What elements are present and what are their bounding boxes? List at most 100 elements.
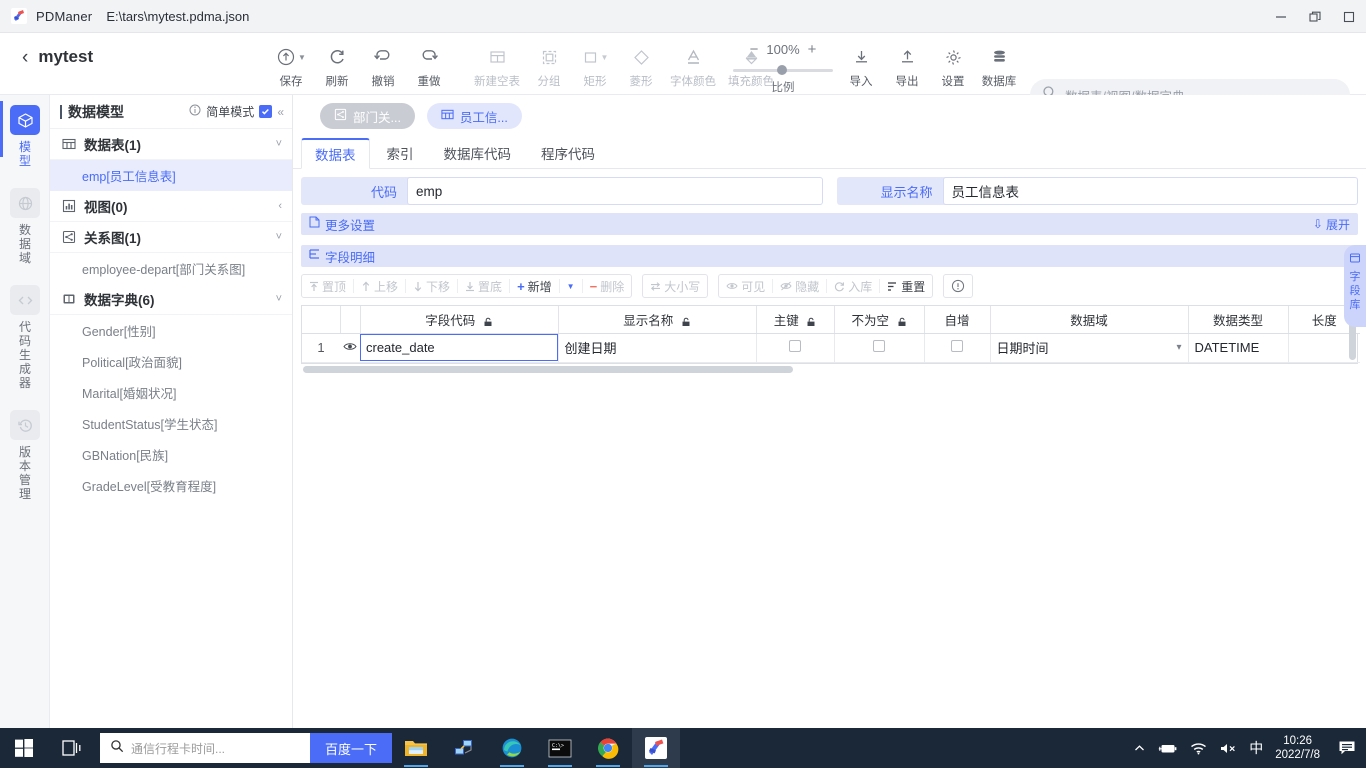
chevron-down-icon[interactable]: ˅ [276,293,282,305]
cell-not-null[interactable] [834,333,925,363]
col-display-name[interactable]: 显示名称 [558,306,757,334]
tree-item-employee-depart[interactable]: employee-depart[部门关系图] [50,253,292,284]
grid-horizontal-scrollbar[interactable] [303,365,793,373]
field-library-tab[interactable]: 字 段 库 [1344,245,1366,327]
row-eye-toggle[interactable] [340,333,360,363]
tree-group-views[interactable]: 视图(0) ‹ [50,191,292,222]
chevron-left-icon[interactable]: ‹ [278,200,282,212]
windows-start-icon[interactable] [0,728,48,768]
toolbar-rectangle[interactable]: ▼ 矩形 [572,38,618,89]
zoom-in-button[interactable]: + [808,41,817,58]
toolbar-undo[interactable]: 撤销 [360,38,406,89]
minimize-icon[interactable] [1264,0,1298,33]
tree-item-marital[interactable]: Marital[婚姻状况] [50,377,292,408]
btn-reset[interactable]: 重置 [880,275,932,297]
toolbar-new-table[interactable]: 新建空表 [468,38,526,89]
rail-item-model[interactable]: 模型 [0,95,50,178]
chevron-up-icon[interactable] [1133,742,1146,755]
battery-icon[interactable] [1158,742,1178,755]
chevron-down-icon[interactable]: ˅ [276,231,282,243]
notification-icon[interactable] [1332,740,1356,756]
tree-group-dictionary[interactable]: 数据字典(6) ˅ [50,284,292,315]
cell-data-domain[interactable]: 日期时间 ▾ [990,333,1189,363]
field-code-input[interactable]: create_date [360,334,558,361]
toolbar-font-color[interactable]: 字体颜色 [664,38,722,89]
col-field-code[interactable]: 字段代码 [360,306,559,334]
toolbar-database[interactable]: 数据库 [976,38,1022,89]
col-primary-key[interactable]: 主键 [756,306,835,334]
tree-item-gbnation[interactable]: GBNation[民族] [50,439,292,470]
col-data-domain[interactable]: 数据域 [990,306,1189,334]
cell-display-name[interactable]: 创建日期 [558,333,757,363]
btn-add-field[interactable]: + 新增 [510,275,559,297]
cell-auto-increment[interactable] [924,333,991,363]
chevron-down-icon[interactable]: ▼ [298,53,306,62]
chevron-left-icon[interactable]: ‹ [22,48,28,67]
rail-item-version-management[interactable]: 版本管理 [0,400,50,511]
primary-key-checkbox[interactable] [789,340,801,352]
rail-item-data-domain[interactable]: 数据域 [0,178,50,275]
restore-icon[interactable] [1298,0,1332,33]
col-data-type[interactable]: 数据类型 [1188,306,1289,334]
not-null-checkbox[interactable] [873,340,885,352]
tree-item-emp[interactable]: emp[员工信息表] [50,160,292,191]
pdmaner-app-icon[interactable] [632,728,680,768]
command-prompt-icon[interactable]: C:\> [536,728,584,768]
tree-item-student-status[interactable]: StudentStatus[学生状态] [50,408,292,439]
toolbar-group[interactable]: 分组 [526,38,572,89]
col-not-null[interactable]: 不为空 [834,306,925,334]
tree-item-gender[interactable]: Gender[性别] [50,315,292,346]
rail-item-code-generator[interactable]: 代码生成器 [0,275,50,400]
cell-data-type[interactable]: DATETIME [1188,333,1289,363]
edge-browser-icon[interactable] [488,728,536,768]
toolbar-refresh[interactable]: 刷新 [314,38,360,89]
toolbar-redo[interactable]: 重做 [406,38,452,89]
simple-mode-checkbox[interactable] [259,105,273,118]
btn-move-bottom[interactable]: 置底 [458,275,509,297]
network-computer-icon[interactable] [440,728,488,768]
toolbar-diamond[interactable]: 菱形 [618,38,664,89]
tree-group-tables[interactable]: 数据表(1) ˅ [50,129,292,160]
toolbar-export[interactable]: 导出 [884,38,930,89]
object-tab-depart-relation[interactable]: 部门关... [320,103,415,129]
taskbar-search-input[interactable]: 通信行程卡时间... [100,733,310,763]
data-domain-select[interactable]: 日期时间 ▾ [997,338,1182,357]
ime-indicator[interactable]: 中 [1249,738,1263,758]
zoom-control[interactable]: − 100% + 比例 [728,41,838,95]
chrome-browser-icon[interactable] [584,728,632,768]
toolbar-save[interactable]: ▼ 保存 [268,38,314,89]
btn-move-up[interactable]: 上移 [354,275,405,297]
btn-visible[interactable]: 可见 [719,275,772,297]
cell-field-code[interactable]: create_date [360,333,559,363]
zoom-slider[interactable] [733,63,833,77]
table-row[interactable]: 1 create_date 创建日期 日期时间 ▾ DATETIME [302,333,1360,363]
chevron-down-icon[interactable]: ▾ [1176,342,1181,353]
btn-help[interactable] [948,275,968,297]
btn-persist[interactable]: 入库 [827,275,879,297]
object-tab-emp[interactable]: 员工信... [426,103,522,129]
zoom-slider-knob[interactable] [777,65,787,75]
display-name-field-input[interactable]: 员工信息表 [942,177,1358,205]
chevron-down-icon[interactable]: ▼ [601,53,609,62]
project-breadcrumb[interactable]: ‹ mytest [22,47,93,67]
tab-index[interactable]: 索引 [374,137,427,168]
task-view-icon[interactable] [48,728,96,768]
toolbar-settings[interactable]: 设置 [930,38,976,89]
info-circle-icon[interactable] [189,104,201,119]
maximize-icon[interactable] [1332,0,1366,33]
code-field-input[interactable]: emp [407,177,823,205]
chevron-down-icon[interactable]: ˅ [276,138,282,150]
file-explorer-icon[interactable] [392,728,440,768]
tree-group-relations[interactable]: 关系图(1) ˅ [50,222,292,253]
tab-program-code[interactable]: 程序代码 [528,137,608,168]
expand-more-settings[interactable]: ⇩ 展开 [1313,216,1350,233]
btn-move-top[interactable]: 置顶 [302,275,353,297]
more-settings-bar[interactable]: 更多设置 ⇩ 展开 [301,213,1358,235]
btn-delete-field[interactable]: − 删除 [583,275,632,297]
double-chevron-left-icon[interactable]: « [277,105,284,119]
zoom-out-button[interactable]: − [750,41,759,58]
col-auto-increment[interactable]: 自增 [924,306,991,334]
baidu-search-button[interactable]: 百度一下 [310,733,392,763]
tab-db-code[interactable]: 数据库代码 [431,137,525,168]
btn-case-convert[interactable]: 大小写 [643,275,707,297]
